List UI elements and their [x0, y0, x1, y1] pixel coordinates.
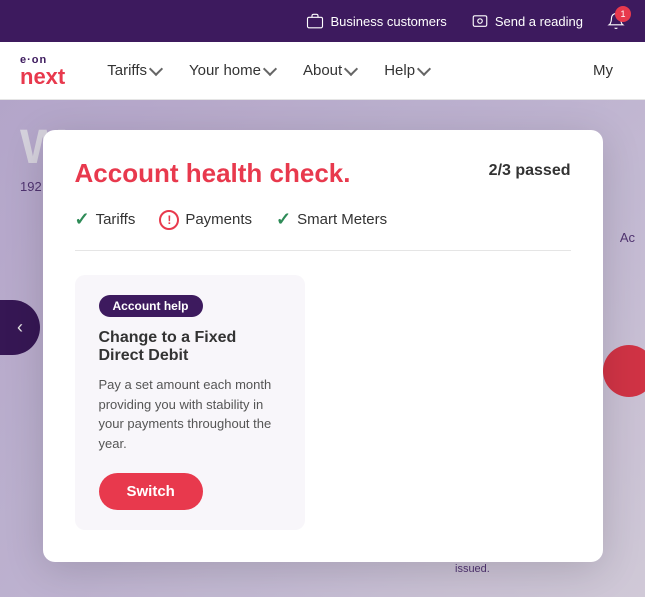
nav-your-home[interactable]: Your home — [177, 42, 287, 100]
business-customers-label: Business customers — [330, 14, 446, 29]
checks-row: ✓ Tariffs ! Payments ✓ Smart Meters — [75, 209, 571, 251]
meter-icon — [471, 12, 489, 30]
nav-items: Tariffs Your home About Help My — [95, 42, 625, 100]
nav-help[interactable]: Help — [372, 42, 441, 100]
smart-meters-check-icon: ✓ — [276, 209, 291, 230]
send-reading-label: Send a reading — [495, 14, 583, 29]
tariffs-check: ✓ Tariffs — [75, 209, 136, 230]
logo[interactable]: e·on next — [20, 54, 65, 88]
chevron-down-icon — [417, 61, 431, 75]
business-customers-link[interactable]: Business customers — [306, 12, 446, 30]
chevron-down-icon — [263, 61, 277, 75]
card-description: Pay a set amount each month providing yo… — [99, 375, 281, 453]
chevron-down-icon — [149, 61, 163, 75]
payments-warning-icon: ! — [159, 210, 179, 230]
modal-title: Account health check. — [75, 158, 351, 189]
payments-check-label: Payments — [185, 211, 252, 228]
card-title: Change to a Fixed Direct Debit — [99, 329, 281, 365]
account-help-badge: Account help — [99, 295, 203, 317]
account-help-card: Account help Change to a Fixed Direct De… — [75, 275, 305, 530]
passed-badge: 2/3 passed — [489, 162, 571, 180]
smart-meters-check: ✓ Smart Meters — [276, 209, 387, 230]
nav-bar: e·on next Tariffs Your home About Help M… — [0, 42, 645, 100]
modal-overlay: Account health check. 2/3 passed ✓ Tarif… — [0, 100, 645, 597]
smart-meters-check-label: Smart Meters — [297, 211, 387, 228]
nav-my[interactable]: My — [581, 42, 625, 100]
modal-header: Account health check. 2/3 passed — [75, 158, 571, 189]
top-bar: Business customers Send a reading 1 — [0, 0, 645, 42]
nav-about[interactable]: About — [291, 42, 368, 100]
briefcase-icon — [306, 12, 324, 30]
nav-tariffs[interactable]: Tariffs — [95, 42, 173, 100]
chevron-down-icon — [344, 61, 358, 75]
health-check-modal: Account health check. 2/3 passed ✓ Tarif… — [43, 130, 603, 562]
logo-next: next — [20, 66, 65, 88]
switch-button[interactable]: Switch — [99, 473, 203, 510]
tariffs-check-label: Tariffs — [96, 211, 136, 228]
send-reading-link[interactable]: Send a reading — [471, 12, 583, 30]
tariffs-check-icon: ✓ — [75, 209, 90, 230]
notifications-button[interactable]: 1 — [607, 12, 625, 30]
notification-count: 1 — [615, 6, 631, 22]
payments-check: ! Payments — [159, 210, 252, 230]
